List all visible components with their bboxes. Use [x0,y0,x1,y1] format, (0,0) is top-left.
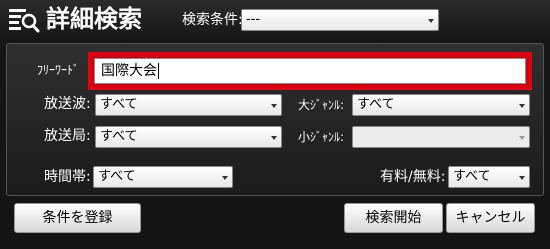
page-title: 詳細検索 [46,5,142,33]
paid-free-label: 有料/無料: [380,169,446,185]
broadcast-wave-label: 放送波: [44,96,91,112]
start-search-button[interactable]: 検索開始 [344,203,443,233]
chevron-down-icon [271,136,277,140]
time-slot-label: 時間帯: [44,169,91,185]
search-list-icon [9,9,40,33]
broadcast-wave-value: すべて [100,97,138,112]
free-word-input[interactable]: 国際大会 [94,58,526,84]
time-slot-select[interactable]: すべて [93,166,233,188]
chevron-down-icon [222,176,228,180]
time-slot-value: すべて [98,169,136,184]
header-bar: 詳細検索 検索条件: --- [0,0,550,40]
major-genre-label: 大ｼﾞｬﾝﾙ: [298,98,345,112]
search-condition-label: 検索条件: [182,12,243,28]
chevron-down-icon [428,19,434,23]
major-genre-value: すべて [357,97,395,112]
major-genre-select[interactable]: すべて [352,94,530,116]
broadcast-station-value: すべて [100,129,138,144]
chevron-down-icon [519,136,525,140]
broadcast-station-select[interactable]: すべて [95,126,282,148]
free-word-label: ﾌﾘｰﾜｰﾄﾞ [37,63,80,77]
register-condition-button[interactable]: 条件を登録 [14,203,141,233]
free-word-highlight: 国際大会 [88,52,532,90]
text-caret [158,63,159,79]
paid-free-select[interactable]: すべて [448,166,530,188]
search-condition-select[interactable]: --- [241,9,439,31]
search-condition-value: --- [246,12,261,27]
broadcast-station-label: 放送局: [44,128,91,144]
minor-genre-label: 小ｼﾞｬﾝﾙ: [298,130,345,144]
chevron-down-icon [519,176,525,180]
free-word-value: 国際大会 [101,63,157,79]
minor-genre-select[interactable] [352,126,530,148]
footer-bar: 条件を登録 検索開始 キャンセル [0,196,550,249]
paid-free-value: すべて [453,169,491,184]
cancel-button[interactable]: キャンセル [446,203,535,233]
chevron-down-icon [519,104,525,108]
broadcast-wave-select[interactable]: すべて [95,94,282,116]
chevron-down-icon [271,104,277,108]
